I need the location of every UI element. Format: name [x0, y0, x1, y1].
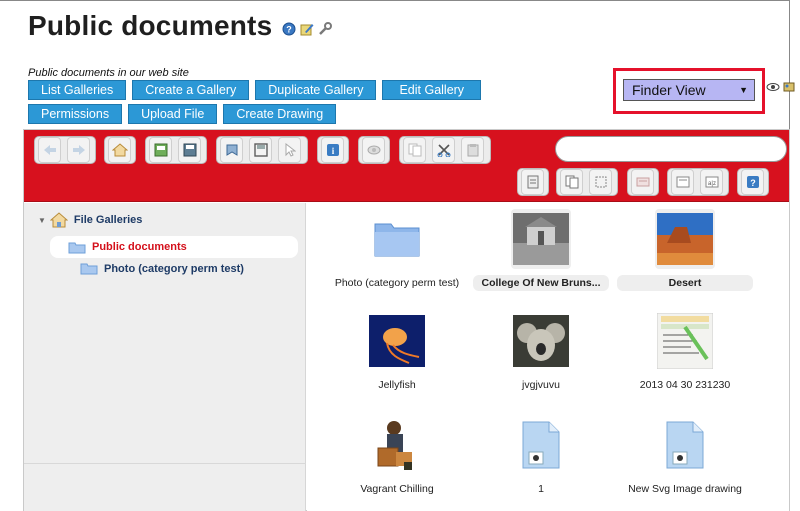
reload-icon[interactable]	[149, 137, 172, 163]
duplicate-gallery-button[interactable]: Duplicate Gallery	[255, 80, 377, 100]
photo-thumbnail	[655, 209, 715, 269]
tree-root-label: File Galleries	[73, 214, 143, 226]
folder-icon	[80, 263, 98, 275]
file-tile[interactable]: Jellyfish	[329, 311, 465, 393]
upload-file-button[interactable]: Upload File	[128, 104, 218, 124]
open-icon[interactable]	[220, 137, 243, 163]
file-tile[interactable]: 2013 04 30 231230	[617, 311, 753, 393]
page-title: Public documents	[28, 10, 273, 41]
finder-view: i a|z ? ▼ File Galleries Public document	[23, 129, 790, 511]
home-folder-icon	[49, 212, 68, 228]
permissions-button[interactable]: Permissions	[28, 104, 123, 124]
file-tile[interactable]: New Svg Image drawing	[617, 415, 753, 497]
svg-text:?: ?	[750, 178, 756, 188]
page-description: Public documents in our web site	[28, 67, 189, 79]
slideshow-icon[interactable]	[782, 80, 796, 94]
photo-thumbnail	[511, 311, 571, 371]
tree-item-photo-category[interactable]: Photo (category perm test)	[80, 262, 244, 275]
tree-item-label: Public documents	[92, 241, 187, 253]
create-drawing-button[interactable]: Create Drawing	[223, 104, 337, 124]
info-icon[interactable]: i	[321, 137, 344, 163]
tree-root-file-galleries[interactable]: ▼ File Galleries	[38, 212, 142, 228]
screenshot-thumbnail	[655, 311, 715, 371]
file-label: 1	[538, 483, 544, 495]
save-icon[interactable]	[178, 137, 201, 163]
help-icon[interactable]: ?	[282, 22, 296, 36]
tree-item-label: Photo (category perm test)	[104, 262, 244, 275]
photo-thumbnail	[511, 209, 571, 269]
file-label: Jellyfish	[378, 379, 416, 391]
properties-icon[interactable]	[521, 169, 544, 195]
file-tile[interactable]: 1	[473, 415, 609, 497]
finder-search-input[interactable]	[555, 136, 787, 162]
finder-toolbar: i a|z ?	[24, 130, 789, 202]
wrench-icon[interactable]	[318, 22, 333, 36]
file-label: Desert	[617, 275, 753, 291]
view-selector-highlight: Finder View ▼	[613, 68, 765, 114]
vagrant-thumbnail	[367, 415, 427, 475]
file-grid: Photo (category perm test) College Of Ne…	[307, 203, 789, 511]
image-file-icon	[655, 415, 715, 475]
file-label: jvgjvuvu	[522, 379, 560, 391]
copy-icon[interactable]	[403, 137, 426, 163]
finder-help-icon[interactable]: ?	[741, 169, 764, 195]
file-tile[interactable]: College Of New Bruns...	[473, 209, 609, 291]
folder-icon	[68, 242, 86, 253]
expand-arrow-icon[interactable]: ▼	[38, 216, 46, 225]
folder-icon	[367, 209, 427, 269]
folder-tree: ▼ File Galleries Public documents Photo …	[24, 203, 306, 511]
file-label: Photo (category perm test)	[334, 277, 460, 289]
page-header: Public documents ?	[28, 10, 333, 42]
file-label: 2013 04 30 231230	[639, 379, 731, 391]
eye-icon[interactable]	[766, 80, 780, 94]
dropdown-caret-icon: ▼	[739, 85, 748, 95]
file-label: Vagrant Chilling	[360, 483, 434, 495]
file-tile[interactable]: Vagrant Chilling	[329, 415, 465, 497]
view-icons	[766, 80, 796, 94]
file-tile[interactable]: Desert	[617, 209, 753, 291]
preview-eye-icon[interactable]	[362, 137, 385, 163]
file-label: College Of New Bruns...	[473, 275, 609, 291]
file-tile[interactable]: Photo (category perm test)	[329, 209, 465, 291]
list-galleries-button[interactable]: List Galleries	[28, 80, 127, 100]
gallery-actions-row-1: List Galleries Create a Gallery Duplicat…	[28, 80, 482, 100]
paste-icon[interactable]	[461, 137, 484, 163]
view-mode-value: Finder View	[632, 82, 706, 98]
create-gallery-button[interactable]: Create a Gallery	[132, 80, 250, 100]
save-as-icon[interactable]	[249, 137, 272, 163]
home-icon[interactable]	[108, 137, 131, 163]
svg-text:a|z: a|z	[708, 181, 716, 187]
select-cursor-icon[interactable]	[278, 137, 301, 163]
view-mode-select[interactable]: Finder View ▼	[623, 79, 755, 101]
image-file-icon	[511, 415, 571, 475]
title-actions: ?	[282, 22, 333, 36]
tree-item-public-documents[interactable]: Public documents	[50, 236, 298, 258]
file-label: New Svg Image drawing	[628, 483, 742, 495]
edit-icon[interactable]	[300, 22, 314, 36]
resize-icon[interactable]	[631, 169, 654, 195]
list-view-icon[interactable]: a|z	[700, 169, 723, 195]
svg-text:?: ?	[287, 25, 293, 35]
crop-icon[interactable]	[589, 169, 612, 195]
duplicate-icon[interactable]	[560, 169, 583, 195]
forward-icon[interactable]	[67, 137, 90, 163]
file-tile[interactable]: jvgjvuvu	[473, 311, 609, 393]
photo-thumbnail	[367, 311, 427, 371]
back-icon[interactable]	[38, 137, 61, 163]
edit-gallery-button[interactable]: Edit Gallery	[382, 80, 482, 100]
tree-divider	[24, 463, 306, 464]
gallery-actions-row-2: Permissions Upload File Create Drawing	[28, 104, 337, 124]
icons-view-icon[interactable]	[671, 169, 694, 195]
cut-icon[interactable]	[432, 137, 455, 163]
